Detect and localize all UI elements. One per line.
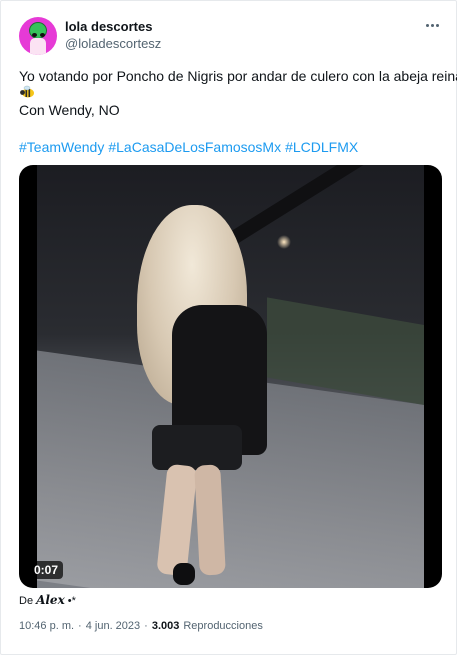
meta-separator: · [144, 620, 148, 632]
tweet-card: lola descortes @loladescortesz Yo votand… [0, 0, 457, 655]
tweet-date[interactable]: 4 jun. 2023 [86, 620, 140, 632]
more-horizontal-icon[interactable] [422, 17, 442, 33]
video-duration-badge: 0:07 [29, 561, 64, 579]
view-count: 3.003 [151, 620, 180, 632]
hashtag-teamwendy[interactable]: #TeamWendy [19, 139, 104, 155]
credit-sparkles: •* [67, 595, 76, 607]
bee-icon [20, 85, 34, 98]
video-frame [37, 165, 424, 588]
credit-prefix: De [19, 595, 34, 607]
author-name[interactable]: lola descortes [65, 19, 152, 34]
tweet-time[interactable]: 10:46 p. m. [19, 620, 74, 632]
meta-separator: · [78, 620, 82, 632]
hashtag-lacasadelosfamososmx[interactable]: #LaCasaDeLosFamososMx [108, 139, 281, 155]
video-player[interactable]: 0:07 [19, 165, 442, 588]
tweet-text-line-2: Con Wendy, NO [19, 102, 120, 118]
hashtag-lcdlfmx[interactable]: #LCDLFMX [285, 139, 358, 155]
avatar-frog-head [29, 22, 47, 39]
credit-user[interactable]: Alex [36, 593, 65, 607]
avatar[interactable] [19, 17, 57, 55]
hashtag-list: #TeamWendy #LaCasaDeLosFamososMx #LCDLFM… [19, 139, 358, 155]
avatar-body [30, 38, 46, 55]
media-credit: De Alex •* [19, 593, 76, 607]
tweet-text-line-1: Yo votando por Poncho de Nigris por anda… [19, 68, 457, 84]
view-count-label: Reproducciones [183, 620, 263, 632]
author-handle[interactable]: @loladescortesz [65, 36, 161, 51]
tweet-meta: 10:46 p. m. · 4 jun. 2023 · 3.003 Reprod… [19, 620, 263, 632]
